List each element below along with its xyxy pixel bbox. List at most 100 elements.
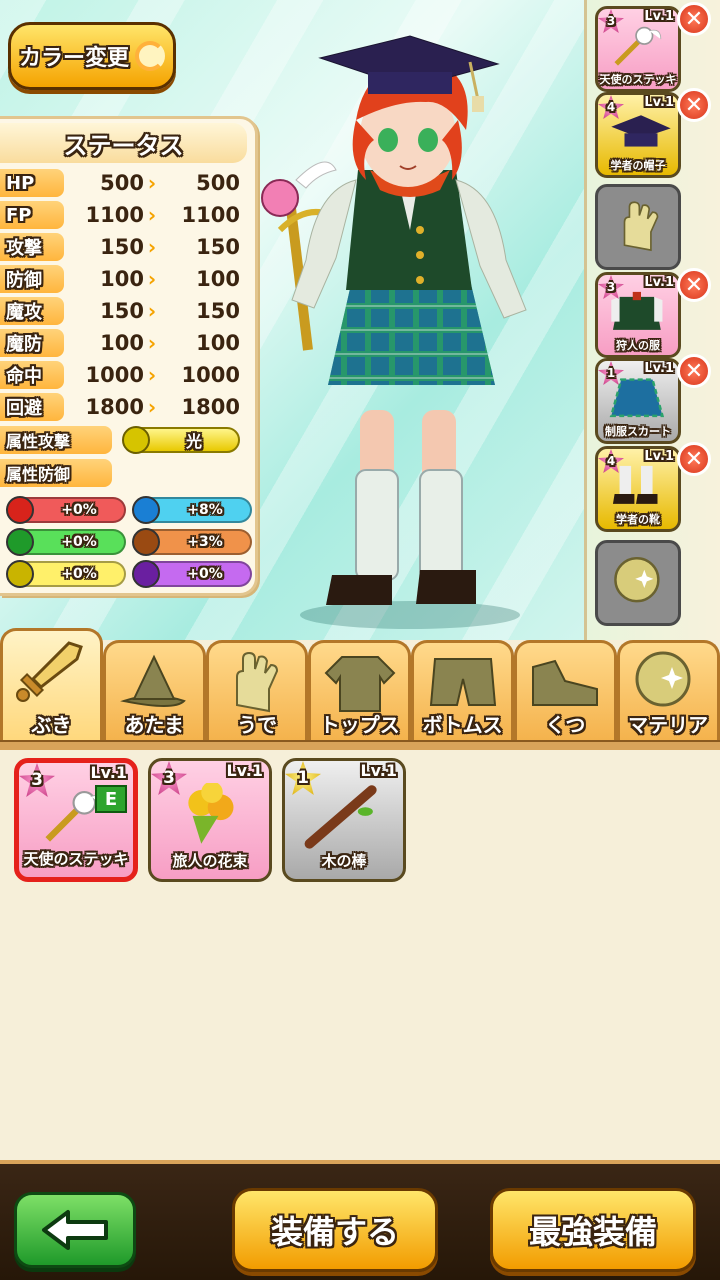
resistance-water: +8% bbox=[132, 496, 252, 524]
equipped-slot-7[interactable] bbox=[595, 540, 681, 626]
equipped-slot-4[interactable]: 3 Lv.1 狩人の服 bbox=[595, 272, 681, 358]
arrow-right-icon: › bbox=[147, 331, 157, 355]
inventory-item[interactable]: 1 Lv.1 木の棒 bbox=[282, 758, 406, 882]
resistance-value: +0% bbox=[61, 502, 97, 518]
tab-shoe[interactable]: くつ bbox=[513, 640, 617, 744]
hat-icon bbox=[114, 651, 194, 715]
arrow-right-icon: › bbox=[147, 363, 157, 387]
stat-row-fp: FP 1100 › 1100 bbox=[0, 199, 255, 231]
stat-label: FP bbox=[0, 201, 64, 229]
light-element-icon bbox=[122, 426, 150, 454]
item-level: Lv.1 bbox=[644, 9, 674, 24]
resistance-grid: +0% +8% +0% +3% +0% +0% bbox=[0, 489, 255, 588]
resistance-light: +0% bbox=[6, 560, 126, 588]
wooden-stick-icon bbox=[303, 783, 389, 857]
arrow-left-icon bbox=[42, 1210, 108, 1250]
tab-sword[interactable]: ぶき bbox=[0, 628, 103, 744]
inventory-item[interactable]: 3 Lv.1 E 天使のステッキ bbox=[14, 758, 138, 882]
stat-row-defense: 防御 100 › 100 bbox=[0, 263, 255, 295]
wind-element-icon bbox=[6, 528, 34, 556]
item-level: Lv.1 bbox=[226, 761, 263, 780]
resistance-value: +8% bbox=[187, 502, 223, 518]
tab-shirt[interactable]: トップス bbox=[308, 640, 412, 744]
stat-row-hp: HP 500 › 500 bbox=[0, 167, 255, 199]
attr-defense-row: 属性防御 bbox=[0, 457, 255, 489]
back-button[interactable] bbox=[14, 1192, 136, 1268]
unequip-close-icon[interactable]: ✕ bbox=[677, 2, 711, 36]
item-level: Lv.1 bbox=[644, 449, 674, 464]
attr-attack-value: 光 bbox=[185, 432, 202, 451]
stat-label: HP bbox=[0, 169, 64, 197]
equipped-slot-6[interactable]: 4 Lv.1 学者の靴 bbox=[595, 446, 681, 532]
tab-label: あたま bbox=[124, 713, 184, 737]
resistance-wind: +0% bbox=[6, 528, 126, 556]
resistance-value: +0% bbox=[61, 566, 97, 582]
equipped-slot-1[interactable]: 3 Lv.1 天使のステッキ bbox=[595, 6, 681, 92]
item-name: 学者の帽子 bbox=[610, 159, 666, 172]
tab-label: マテリア bbox=[628, 713, 709, 737]
fire-element-icon bbox=[6, 496, 34, 524]
arrow-right-icon: › bbox=[147, 267, 157, 291]
equipped-slot-5[interactable]: 1 Lv.1 制服スカート bbox=[595, 358, 681, 444]
tab-materia-orb[interactable]: マテリア bbox=[616, 640, 720, 744]
unequip-close-icon[interactable]: ✕ bbox=[677, 268, 711, 302]
materia-orb-icon bbox=[628, 651, 708, 715]
unequip-close-icon[interactable]: ✕ bbox=[677, 88, 711, 122]
tab-label: うで bbox=[236, 713, 277, 737]
strongest-equip-label: 最強装備 bbox=[528, 1213, 657, 1251]
scholar-shoes-icon bbox=[608, 461, 674, 517]
stat-label: 攻撃 bbox=[0, 233, 64, 261]
attr-attack-badge: 光 bbox=[122, 426, 240, 454]
shoe-icon bbox=[525, 651, 605, 715]
uniform-skirt-icon bbox=[608, 373, 674, 429]
light-element-icon bbox=[6, 560, 34, 588]
status-panel: ステータス HP 500 › 500 FP 1100 › 1100 攻撃 150… bbox=[0, 116, 258, 596]
resistance-value: +3% bbox=[187, 534, 223, 550]
item-level: Lv.1 bbox=[644, 361, 674, 376]
color-change-button[interactable]: カラー変更 bbox=[8, 22, 176, 90]
arrow-right-icon: › bbox=[147, 235, 157, 259]
tab-label: トップス bbox=[319, 713, 400, 737]
tab-label: くつ bbox=[545, 713, 586, 737]
hunter-clothes-icon bbox=[608, 287, 674, 343]
stat-row-magic-defense: 魔防 100 › 100 bbox=[0, 327, 255, 359]
stat-new: 150 bbox=[196, 235, 240, 259]
stat-label: 魔攻 bbox=[0, 297, 64, 325]
stat-new: 500 bbox=[196, 171, 240, 195]
unequip-close-icon[interactable]: ✕ bbox=[677, 442, 711, 476]
arrow-right-icon: › bbox=[147, 203, 157, 227]
tab-glove[interactable]: うで bbox=[205, 640, 309, 744]
unequip-close-icon[interactable]: ✕ bbox=[677, 354, 711, 388]
tab-shorts[interactable]: ボトムス bbox=[411, 640, 514, 744]
arrow-right-icon: › bbox=[147, 171, 157, 195]
tab-label: ぶき bbox=[31, 713, 72, 737]
stat-label: 命中 bbox=[0, 361, 64, 389]
stat-label: 回避 bbox=[0, 393, 64, 421]
item-name: 天使のステッキ bbox=[23, 850, 129, 868]
equipped-slot-2[interactable]: 4 Lv.1 学者の帽子 bbox=[595, 92, 681, 178]
item-level: Lv.1 bbox=[90, 763, 127, 782]
bottom-bar: 装備する 最強装備 bbox=[0, 1160, 720, 1280]
strongest-equip-button[interactable]: 最強装備 bbox=[490, 1188, 696, 1272]
stat-row-evasion: 回避 1800 › 1800 bbox=[0, 391, 255, 423]
item-level: Lv.1 bbox=[644, 275, 674, 290]
status-title: ステータス bbox=[0, 123, 247, 163]
resistance-earth: +3% bbox=[132, 528, 252, 556]
attr-attack-row: 属性攻撃 光 bbox=[0, 424, 255, 456]
tab-label: ボトムス bbox=[422, 713, 503, 737]
equip-button[interactable]: 装備する bbox=[232, 1188, 438, 1272]
tab-hat[interactable]: あたま bbox=[102, 640, 206, 744]
earth-element-icon bbox=[132, 528, 160, 556]
item-name: 狩人の服 bbox=[616, 339, 660, 352]
glove-icon bbox=[608, 199, 674, 255]
item-inventory: 3 Lv.1 E 天使のステッキ 3 Lv.1 旅人の花束 1 Lv.1 木の棒 bbox=[0, 750, 720, 1160]
resistance-value: +0% bbox=[61, 534, 97, 550]
item-name: 天使のステッキ bbox=[599, 73, 677, 86]
shirt-icon bbox=[320, 651, 400, 715]
stat-new: 1100 bbox=[181, 203, 240, 227]
inventory-item[interactable]: 3 Lv.1 旅人の花束 bbox=[148, 758, 272, 882]
resistance-dark: +0% bbox=[132, 560, 252, 588]
glove-icon bbox=[217, 651, 297, 715]
equipped-slot-3[interactable] bbox=[595, 184, 681, 270]
tab-divider bbox=[0, 740, 720, 750]
